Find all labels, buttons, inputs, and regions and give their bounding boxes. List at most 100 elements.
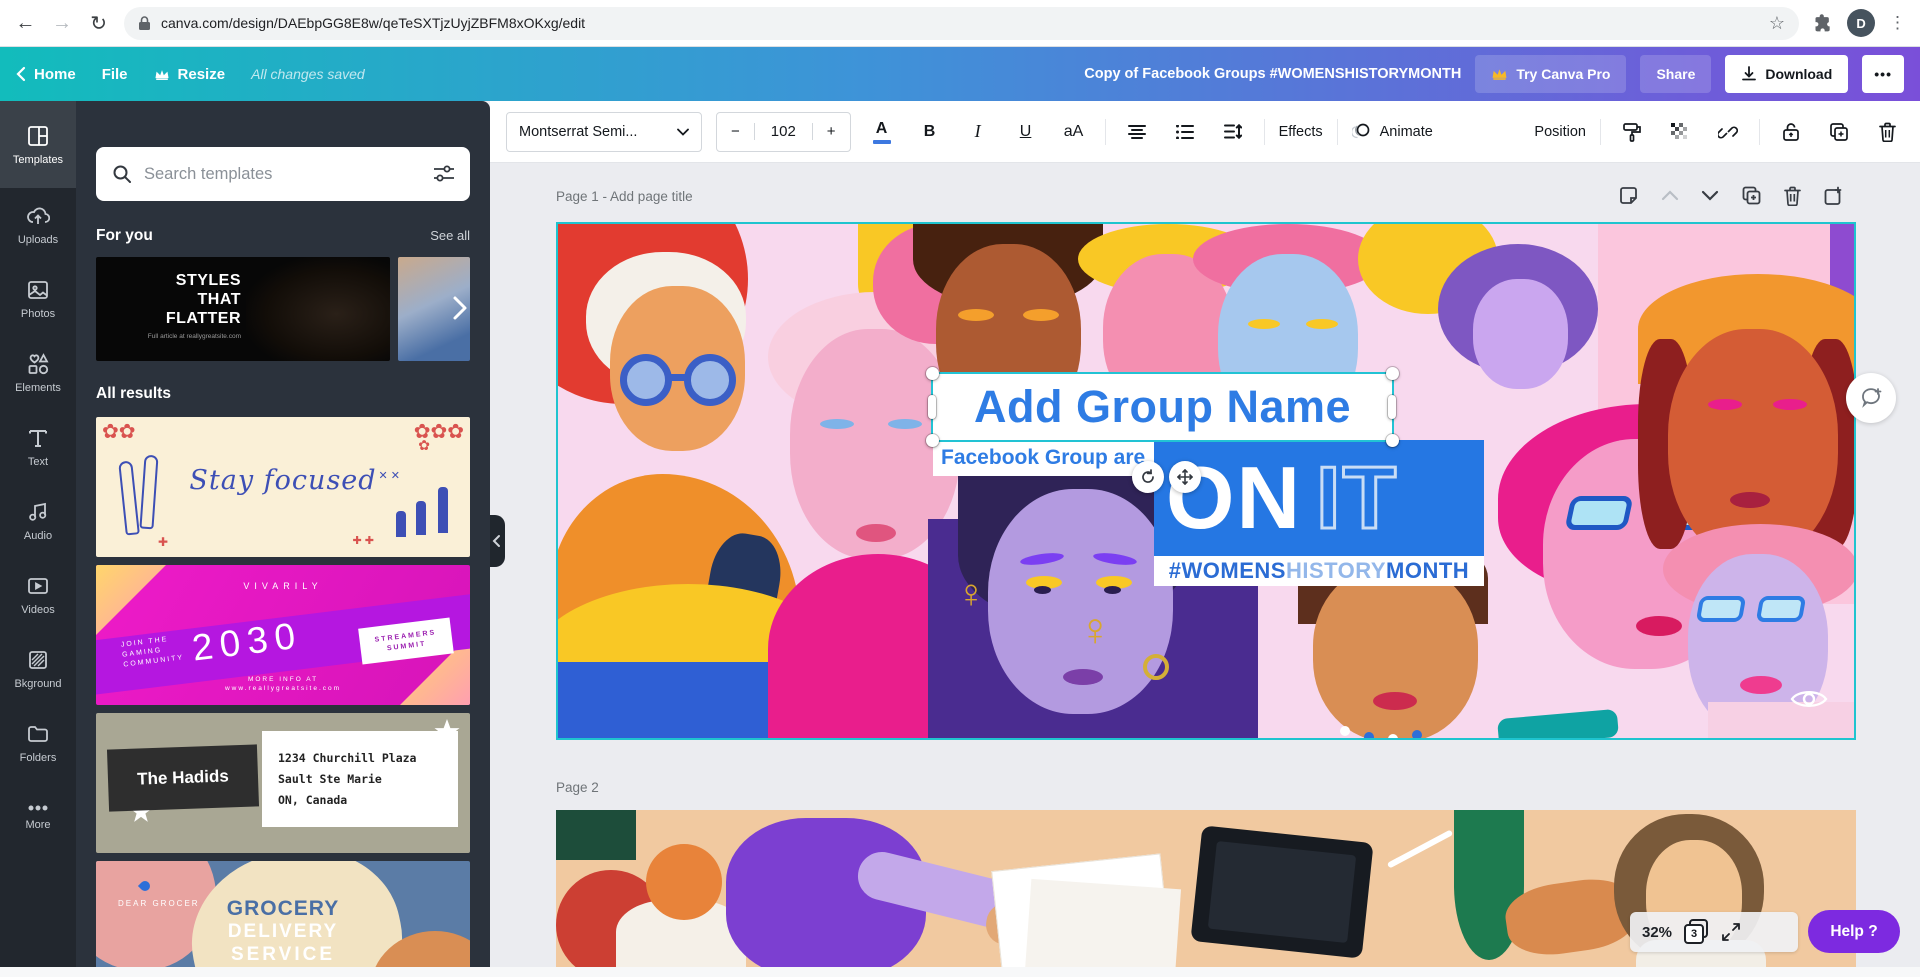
duplicate-page-icon[interactable] (1741, 185, 1762, 206)
help-button[interactable]: Help ? (1808, 910, 1900, 953)
address-bar[interactable]: canva.com/design/DAEbpGG8E8w/qeTeSXTjzUy… (124, 6, 1800, 40)
page1-design[interactable]: ♀ ♀ Add Group Name Facebook Group are ON… (556, 222, 1856, 740)
sidebar-item-elements[interactable]: Elements (0, 336, 76, 410)
browser-reload-button[interactable]: ↻ (87, 11, 110, 36)
font-size-decrease[interactable]: − (717, 123, 754, 140)
window-bottom-strip (0, 967, 1920, 977)
group-name-textbox[interactable]: Add Group Name (933, 374, 1392, 440)
text-color-button[interactable]: A (865, 115, 899, 149)
featured-carousel: STYLES THAT FLATTER Full article at really… (96, 257, 470, 361)
resize-handle-sw[interactable] (926, 434, 939, 447)
color-swatch (872, 139, 891, 144)
effects-button[interactable]: Effects (1279, 124, 1323, 140)
extensions-icon[interactable] (1813, 13, 1833, 33)
folder-icon (28, 726, 48, 742)
for-you-heading: For you (96, 227, 153, 244)
lock-button[interactable] (1774, 115, 1808, 149)
comment-plus-icon (1862, 388, 1882, 408)
avatar[interactable]: D (1847, 9, 1876, 37)
sidebar-item-folders[interactable]: Folders (0, 706, 76, 780)
browser-forward-button[interactable]: → (51, 12, 74, 35)
italic-button[interactable]: I (961, 115, 995, 149)
sidebar-item-audio[interactable]: Audio (0, 484, 76, 558)
upload-cloud-icon (27, 207, 50, 224)
template-styles-that-flatter[interactable]: STYLES THAT FLATTER Full article at really… (96, 257, 390, 361)
bullet-list-button[interactable] (1168, 115, 1202, 149)
sidebar-item-text[interactable]: Text (0, 410, 76, 484)
resize-button[interactable]: Resize (154, 66, 225, 83)
page2-title[interactable]: Page 2 (556, 780, 599, 795)
see-all-link[interactable]: See all (430, 228, 470, 243)
page1-title[interactable]: Page 1 - Add page title (556, 189, 693, 204)
file-menu[interactable]: File (102, 66, 128, 83)
resize-handle-e[interactable] (1388, 395, 1396, 419)
carousel-next-button[interactable] (452, 295, 468, 321)
add-comment-button[interactable] (1846, 373, 1896, 423)
fullscreen-icon[interactable] (1722, 923, 1740, 941)
panel-collapse-button[interactable] (490, 515, 505, 567)
bold-button[interactable]: B (913, 115, 947, 149)
sidebar-item-more[interactable]: More (0, 780, 76, 854)
sidebar-item-background[interactable]: Bkground (0, 632, 76, 706)
template-the-hadids[interactable]: The Hadids 1234 Churchill Plaza Sault St… (96, 713, 470, 853)
move-handle[interactable] (1169, 461, 1201, 493)
delete-page-icon[interactable] (1784, 186, 1801, 206)
delete-button[interactable] (1870, 115, 1904, 149)
template-grocery-delivery[interactable]: DEAR GROCER GROCERY DELIVERY SERVICE 100… (96, 861, 470, 977)
more-dots-icon (28, 805, 48, 811)
on-it-textbox[interactable]: ON IT (1154, 440, 1484, 556)
filter-icon[interactable] (434, 165, 454, 183)
share-button[interactable]: Share (1640, 55, 1712, 93)
sidebar-item-videos[interactable]: Videos (0, 558, 76, 632)
page-count-button[interactable]: 3 (1684, 919, 1710, 945)
underline-button[interactable]: U (1009, 115, 1043, 149)
sparkle (1413, 712, 1429, 728)
sidebar-item-uploads[interactable]: Uploads (0, 188, 76, 262)
home-button[interactable]: Home (16, 66, 76, 83)
add-page-icon[interactable] (1823, 185, 1844, 206)
bookmark-star-icon[interactable]: ☆ (1769, 13, 1785, 34)
art-shape (1730, 492, 1770, 508)
subtitle-textbox[interactable]: Facebook Group are (933, 440, 1155, 476)
notes-icon[interactable] (1618, 185, 1639, 206)
resize-handle-ne[interactable] (1386, 367, 1399, 380)
animate-button[interactable]: Animate (1351, 122, 1433, 142)
resize-handle-w[interactable] (928, 395, 936, 419)
font-size-value[interactable]: 102 (753, 123, 813, 140)
line-spacing-button[interactable] (1216, 115, 1250, 149)
art-shape (1024, 878, 1182, 977)
move-page-up-icon[interactable] (1661, 190, 1679, 201)
search-input[interactable] (144, 164, 422, 184)
template-search[interactable] (96, 147, 470, 201)
transparency-button[interactable] (1663, 115, 1697, 149)
browser-menu-icon[interactable]: ⋮ (1889, 13, 1906, 33)
page1-actions (1618, 185, 1844, 206)
hashtag-textbox[interactable]: #WOMENS HISTORY MONTH (1154, 556, 1484, 586)
font-family-select[interactable]: Montserrat Semi... (506, 111, 702, 152)
font-size-increase[interactable]: + (813, 123, 850, 140)
sparkle (978, 642, 998, 662)
rotate-handle[interactable] (1132, 461, 1164, 493)
text-align-button[interactable] (1120, 115, 1154, 149)
download-button[interactable]: Download (1725, 55, 1849, 93)
header-more-button[interactable]: ••• (1862, 55, 1904, 93)
resize-handle-se[interactable] (1386, 434, 1399, 447)
sidebar-item-photos[interactable]: Photos (0, 262, 76, 336)
resize-handle-nw[interactable] (926, 367, 939, 380)
design-title[interactable]: Copy of Facebook Groups #WOMENSHISTORYMO… (1084, 66, 1461, 82)
text-case-button[interactable]: aA (1057, 115, 1091, 149)
move-page-down-icon[interactable] (1701, 190, 1719, 201)
art-shape (556, 810, 636, 860)
template-title: The Hadids (106, 744, 260, 812)
duplicate-button[interactable] (1822, 115, 1856, 149)
zoom-level[interactable]: 32% (1642, 924, 1672, 941)
template-stay-focused[interactable]: ✿✿ ✿✿✿ ✿ ✕ ✕ ✚ ✚ ✚ Stay focused (96, 417, 470, 557)
template-vivarily-2030[interactable]: VIVARILY JOIN THE GAMING COMMUNITY 2030 ST… (96, 565, 470, 705)
copy-style-button[interactable] (1615, 115, 1649, 149)
text-toolbar: Montserrat Semi... − 102 + A B I U aA Ef… (490, 101, 1920, 163)
link-button[interactable] (1711, 115, 1745, 149)
try-canva-pro-button[interactable]: Try Canva Pro (1475, 55, 1627, 93)
position-button[interactable]: Position (1534, 124, 1586, 140)
browser-back-button[interactable]: ← (14, 12, 37, 35)
sidebar-item-templates[interactable]: Templates (0, 101, 76, 188)
